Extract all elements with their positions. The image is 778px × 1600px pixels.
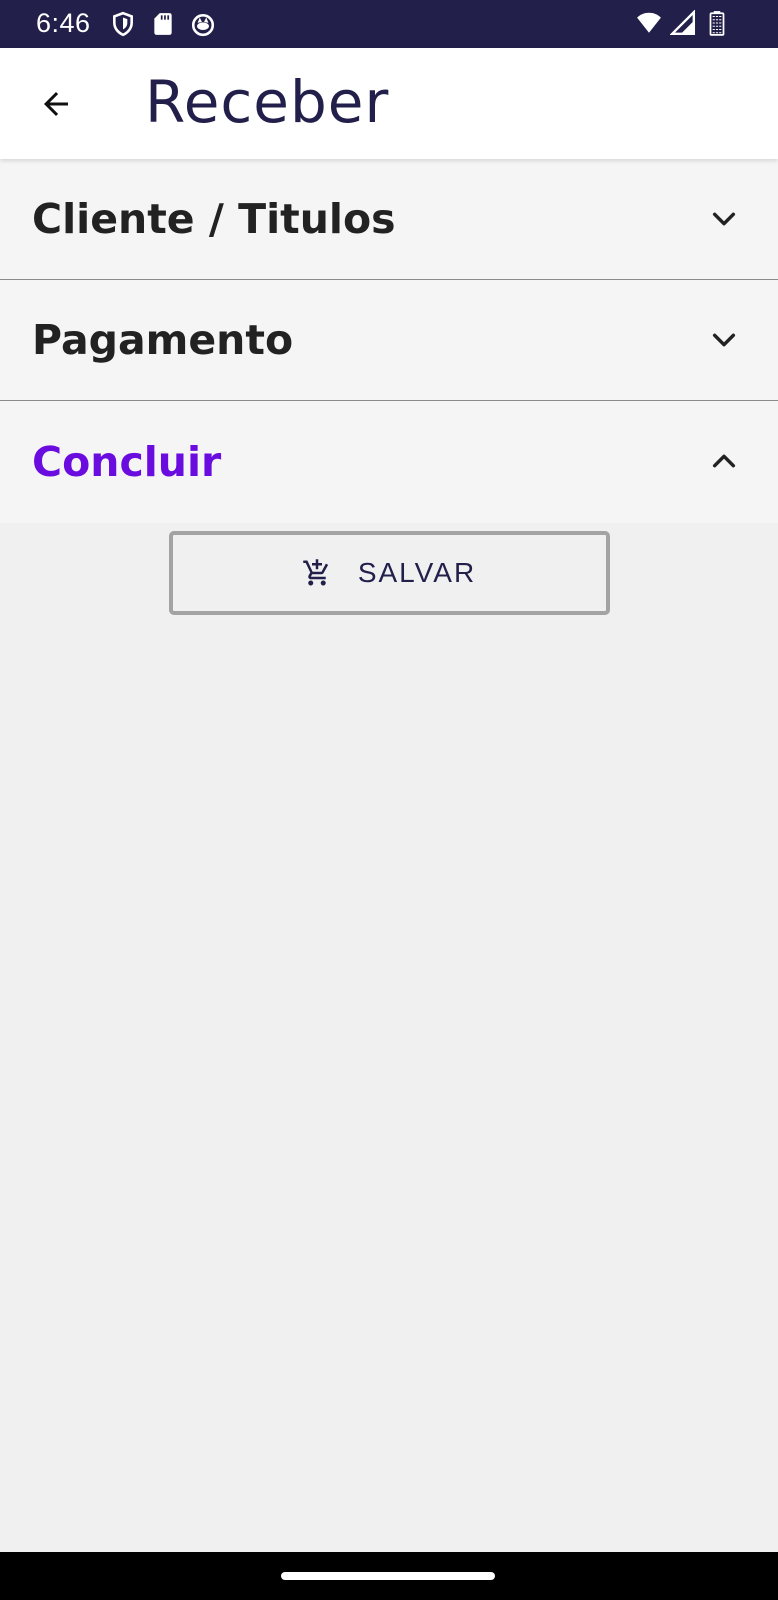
accordion: Cliente / Titulos Pagamento Concluir [0, 159, 778, 523]
section-label: Cliente / Titulos [32, 195, 396, 243]
section-label: Concluir [32, 438, 222, 486]
status-right-icons [636, 10, 730, 36]
battery-icon [709, 11, 725, 36]
sd-card-icon [154, 13, 172, 35]
save-button[interactable]: SALVAR [168, 531, 610, 615]
status-left-icons [110, 11, 216, 37]
signal-icon [670, 10, 696, 36]
back-button[interactable] [30, 78, 82, 130]
section-label: Pagamento [32, 316, 294, 364]
wifi-icon [637, 12, 661, 33]
save-container: SALVAR [0, 531, 778, 615]
cart-icon [303, 559, 328, 586]
vpn-shield-icon [113, 11, 133, 37]
status-time: 6:46 [36, 8, 91, 38]
cat-face-icon [191, 14, 215, 37]
section-concluir[interactable]: Concluir [0, 401, 778, 523]
home-gesture-handle[interactable] [281, 1572, 495, 1580]
app-bar: Receber [0, 48, 778, 159]
arrow-left-icon [44, 92, 68, 116]
save-label: SALVAR [357, 557, 477, 588]
status-bar: 6:46 [0, 0, 778, 48]
navigation-bar [0, 1552, 778, 1600]
section-cliente-titulos[interactable]: Cliente / Titulos [0, 159, 778, 280]
chevron-down-icon [712, 212, 736, 226]
chevron-up-icon [712, 454, 736, 468]
chevron-down-icon [712, 333, 736, 347]
page-title: Receber [145, 68, 390, 136]
section-pagamento[interactable]: Pagamento [0, 280, 778, 401]
